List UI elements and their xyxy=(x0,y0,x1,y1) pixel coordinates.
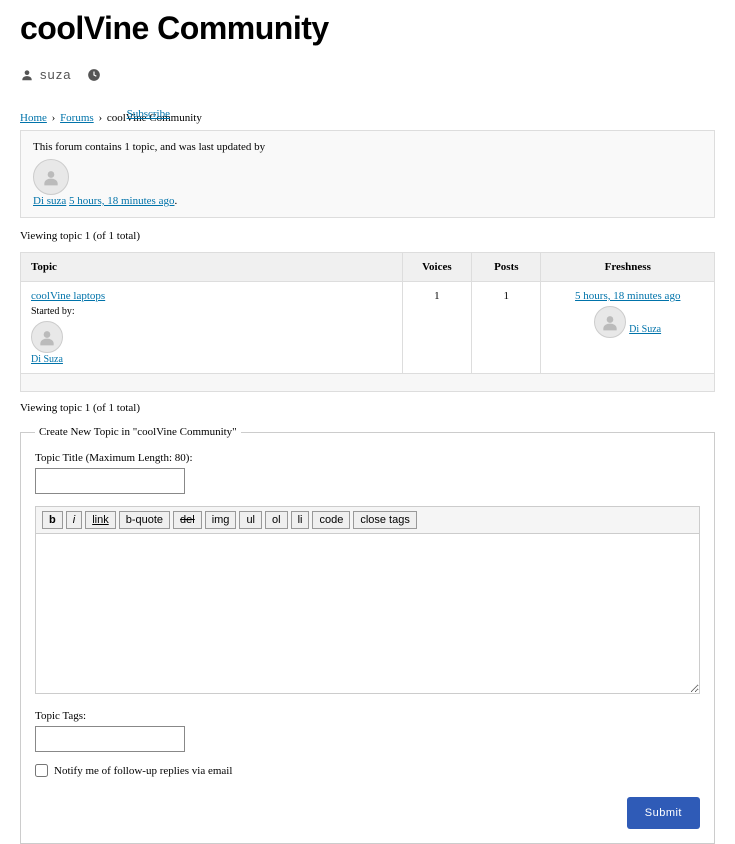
cell-posts: 1 xyxy=(472,282,541,374)
avatar xyxy=(594,306,626,338)
avatar xyxy=(31,321,63,353)
th-topic: Topic xyxy=(21,253,403,282)
started-by-label: Started by: xyxy=(31,306,392,317)
notify-label: Notify me of follow-up replies via email xyxy=(54,765,232,777)
started-by-author-link[interactable]: Di Suza xyxy=(31,354,63,365)
viewing-count-top: Viewing topic 1 (of 1 total) xyxy=(20,230,715,242)
notify-checkbox[interactable] xyxy=(35,764,48,777)
breadcrumb-separator: › xyxy=(98,112,102,124)
topic-title-link[interactable]: coolVine laptops xyxy=(31,290,105,302)
editor-del-button[interactable]: del xyxy=(173,511,202,529)
breadcrumb-forums[interactable]: Forums xyxy=(60,112,94,124)
editor-li-button[interactable]: li xyxy=(291,511,310,529)
th-freshness: Freshness xyxy=(541,253,715,282)
avatar xyxy=(33,159,69,195)
topic-tags-label: Topic Tags: xyxy=(35,710,700,722)
post-author: suza xyxy=(40,67,71,82)
editor-img-button[interactable]: img xyxy=(205,511,237,529)
post-meta: suza xyxy=(20,67,715,82)
person-icon xyxy=(20,68,34,82)
editor-toolbar: b i link b-quote del img ul ol li code c… xyxy=(35,506,700,534)
topic-content-textarea[interactable] xyxy=(35,534,700,694)
topics-table: Topic Voices Posts Freshness coolVine la… xyxy=(20,252,715,392)
forum-info-author-link[interactable]: Di suza xyxy=(33,195,66,207)
page-title: coolVine Community xyxy=(20,10,715,47)
submit-button[interactable]: Submit xyxy=(627,797,700,829)
topic-title-input[interactable] xyxy=(35,468,185,494)
editor-close-tags-button[interactable]: close tags xyxy=(353,511,417,529)
forum-info-text: This forum contains 1 topic, and was las… xyxy=(33,141,702,153)
freshness-author-link[interactable]: Di Suza xyxy=(629,324,661,335)
editor-ul-button[interactable]: ul xyxy=(239,511,262,529)
editor-code-button[interactable]: code xyxy=(312,511,350,529)
table-row-spacer xyxy=(21,374,715,392)
clock-icon xyxy=(87,68,101,82)
th-posts: Posts xyxy=(472,253,541,282)
viewing-count-bottom: Viewing topic 1 (of 1 total) xyxy=(20,402,715,414)
editor-link-button[interactable]: link xyxy=(85,511,116,529)
breadcrumb: Home › Forums › coolVine Community xyxy=(20,112,715,124)
breadcrumb-separator: › xyxy=(52,112,56,124)
editor-bold-button[interactable]: b xyxy=(42,511,63,529)
th-voices: Voices xyxy=(402,253,471,282)
editor-bquote-button[interactable]: b-quote xyxy=(119,511,170,529)
breadcrumb-home[interactable]: Home xyxy=(20,112,47,124)
topic-tags-input[interactable] xyxy=(35,726,185,752)
create-topic-fieldset: Create New Topic in "coolVine Community"… xyxy=(20,426,715,844)
create-topic-legend: Create New Topic in "coolVine Community" xyxy=(35,426,241,438)
forum-info-box: This forum contains 1 topic, and was las… xyxy=(20,130,715,218)
topic-title-label: Topic Title (Maximum Length: 80): xyxy=(35,452,700,464)
table-row: coolVine laptops Started by: Di Suza 1 1… xyxy=(21,282,715,374)
forum-info-time-link[interactable]: 5 hours, 18 minutes ago xyxy=(69,195,174,207)
cell-voices: 1 xyxy=(402,282,471,374)
freshness-time-link[interactable]: 5 hours, 18 minutes ago xyxy=(551,290,704,302)
editor-ol-button[interactable]: ol xyxy=(265,511,288,529)
editor-italic-button[interactable]: i xyxy=(66,511,82,529)
subscribe-link[interactable]: Subscribe xyxy=(127,108,170,120)
